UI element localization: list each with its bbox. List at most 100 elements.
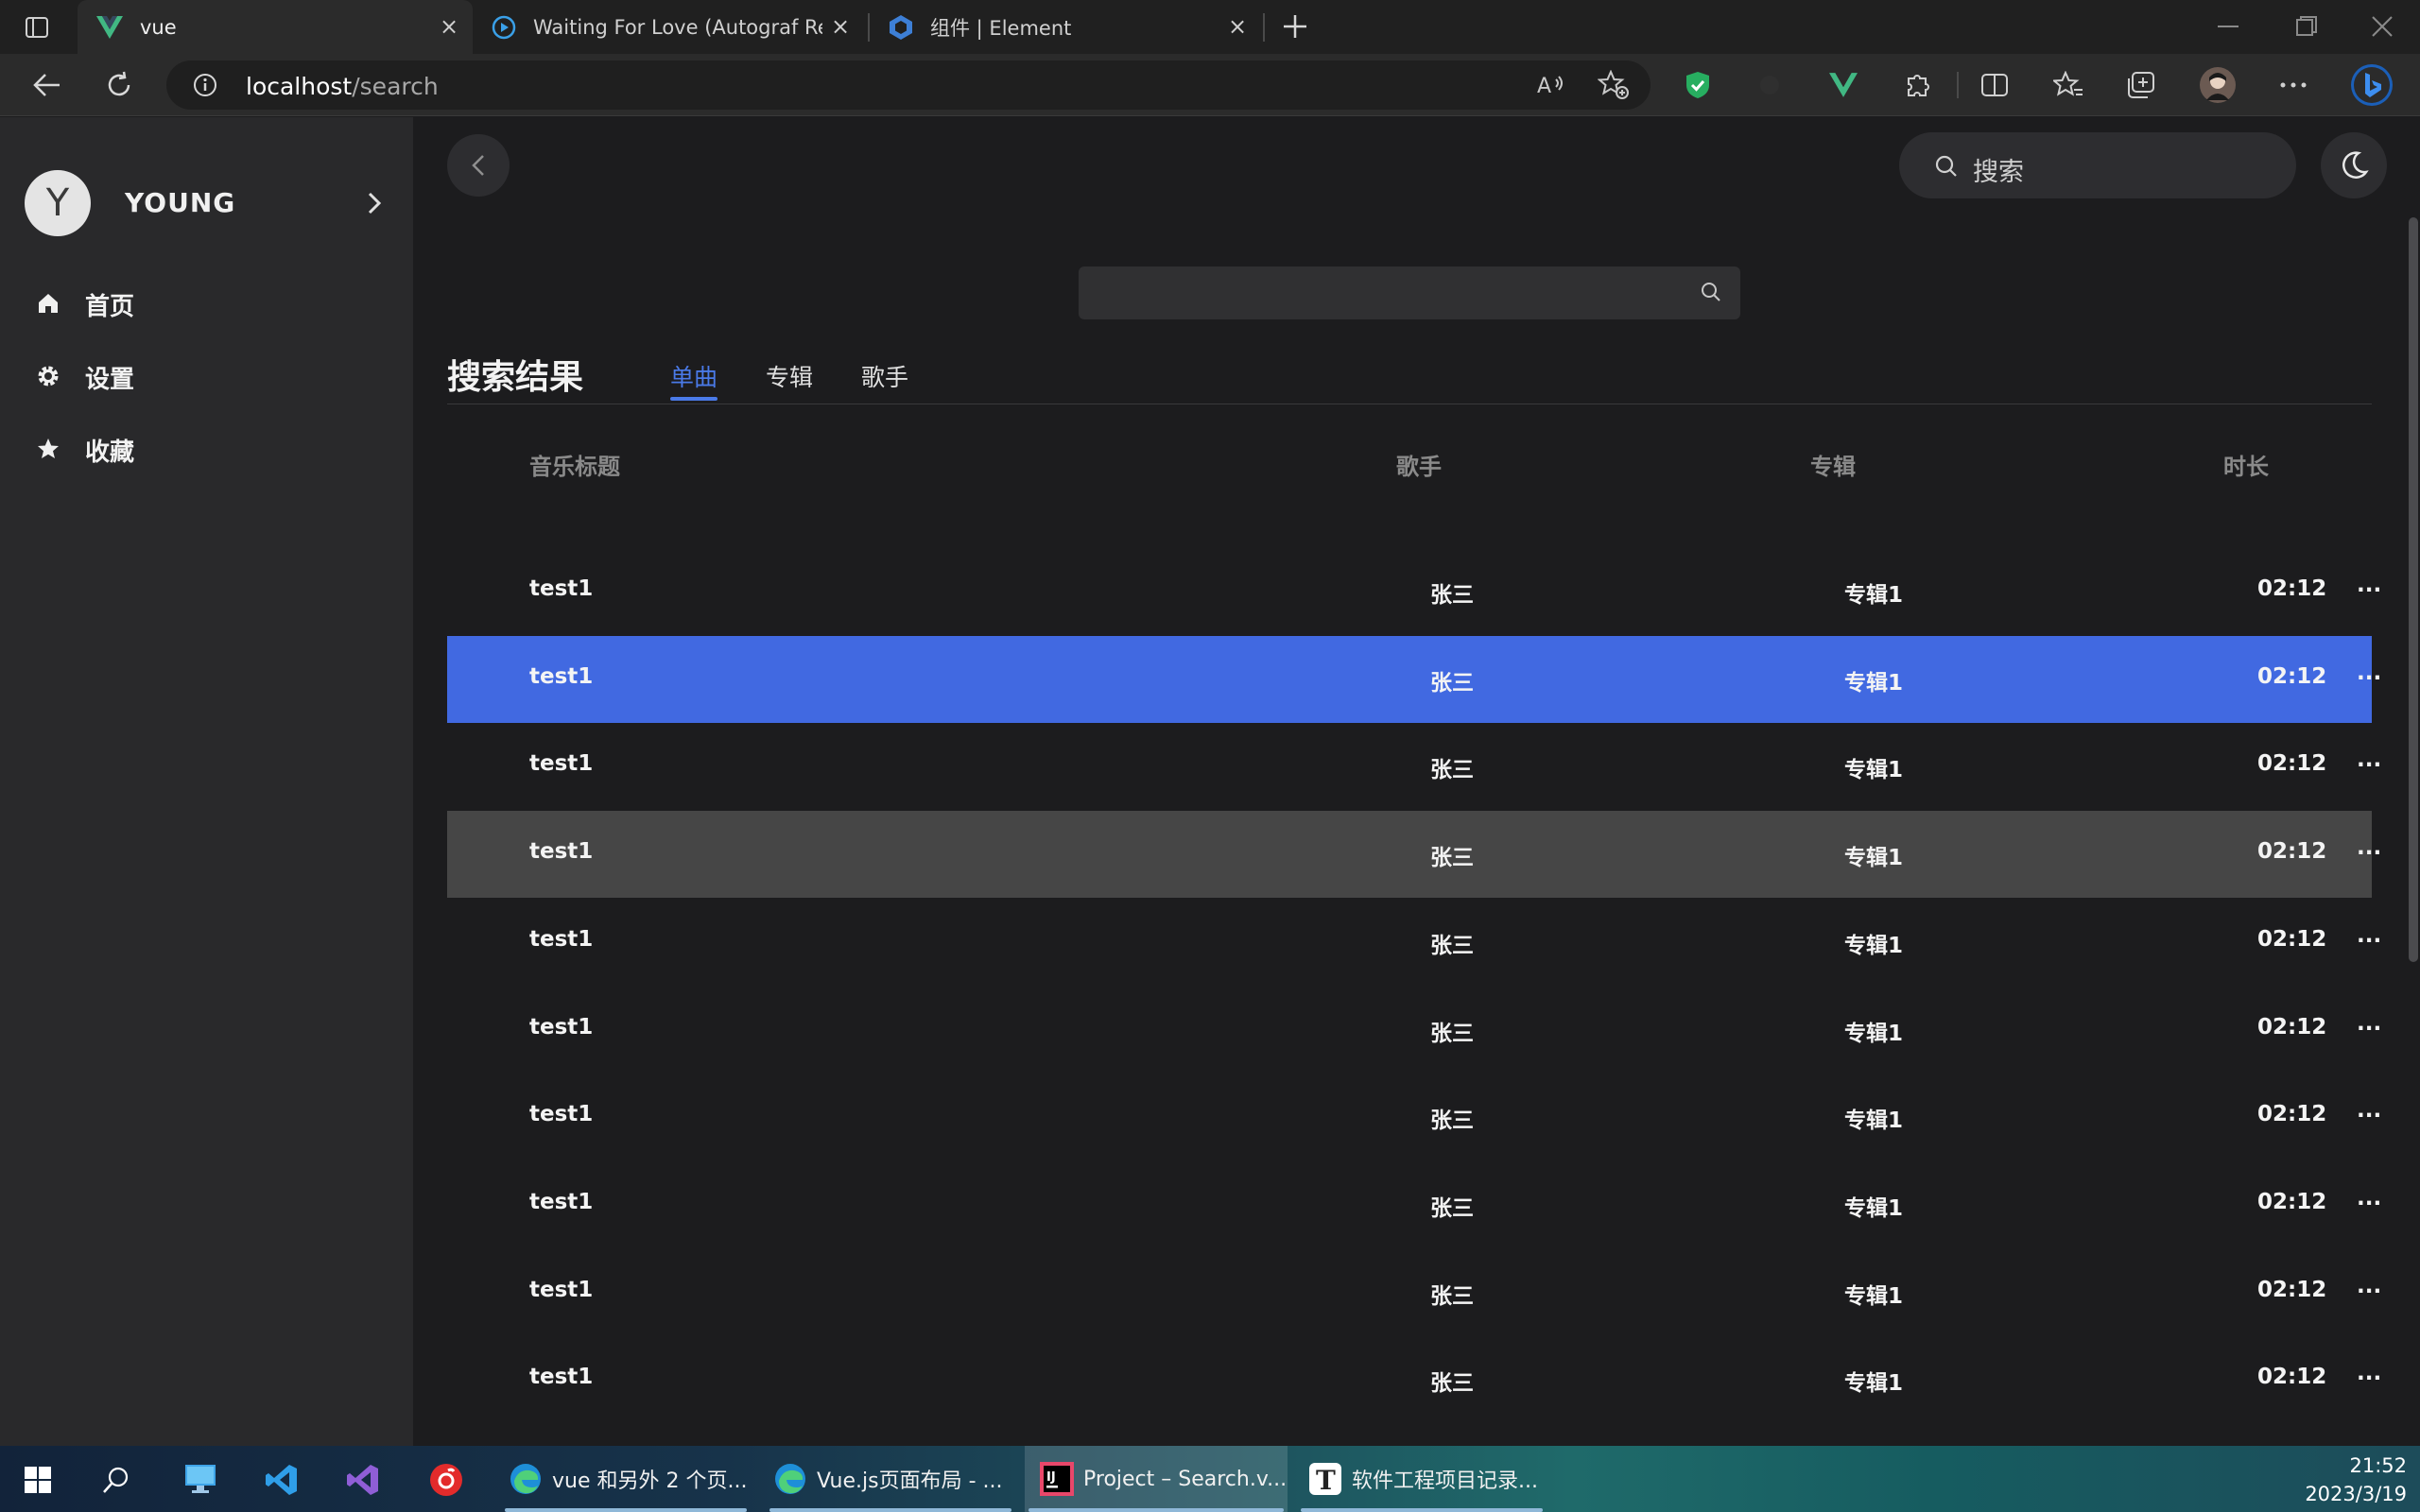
table-row[interactable]: test1 张三 专辑1 02:12... (447, 899, 2381, 986)
chevron-left-icon (472, 154, 485, 177)
vue-logo-icon (96, 15, 123, 39)
close-tab-icon[interactable]: × (830, 15, 851, 38)
close-window-icon[interactable] (2371, 15, 2394, 38)
visual-studio-icon[interactable] (346, 1463, 380, 1497)
song-title: test1 (529, 751, 594, 776)
username[interactable]: YOUNG (125, 187, 235, 218)
sidebar-item-label: 首页 (85, 293, 135, 321)
read-aloud-icon[interactable]: A (1537, 72, 1565, 98)
theme-toggle-button[interactable] (2321, 132, 2387, 198)
song-artist: 张三 (1430, 583, 1474, 608)
song-duration: 02:12 (2257, 664, 2327, 689)
back-button[interactable] (447, 134, 510, 197)
netease-music-icon[interactable] (429, 1463, 463, 1497)
refresh-icon[interactable] (100, 66, 138, 104)
song-artist: 张三 (1430, 1022, 1474, 1046)
info-icon[interactable] (193, 73, 217, 97)
tab-songs[interactable]: 单曲 (670, 359, 717, 393)
song-duration: 02:12 (2257, 1015, 2327, 1040)
url-path: /search (352, 73, 439, 100)
search-icon[interactable] (1701, 282, 1721, 302)
profile-avatar-icon[interactable] (2199, 66, 2237, 104)
windows-start-icon[interactable] (25, 1467, 51, 1493)
minimize-icon[interactable] (2218, 25, 2238, 28)
browser-tab-vue[interactable]: vue × (78, 0, 473, 54)
browser-tab-music[interactable]: Waiting For Love (Autograf Remi × (478, 0, 864, 54)
table-row[interactable]: test1 张三 专辑1 02:12... (447, 1249, 2381, 1336)
song-album: 专辑1 (1844, 846, 1904, 870)
table-row[interactable]: test1 张三 专辑1 02:12... (447, 1336, 2381, 1423)
add-favorite-icon[interactable] (1598, 70, 1630, 100)
address-bar[interactable]: localhost/search A (166, 60, 1651, 110)
taskbar-app-typora[interactable]: T 软件工程项目记录... (1297, 1446, 1547, 1512)
more-options-button[interactable]: ... (2357, 1274, 2381, 1298)
more-options-button[interactable]: ... (2357, 1361, 2381, 1385)
scrollbar-thumb[interactable] (2409, 217, 2418, 962)
new-tab-icon[interactable] (1282, 13, 1308, 40)
song-album: 专辑1 (1844, 1371, 1904, 1396)
extensions-puzzle-icon[interactable] (1898, 66, 1936, 104)
svg-text:A: A (1537, 75, 1551, 98)
song-title: test1 (529, 1278, 594, 1302)
more-options-button[interactable]: ... (2357, 661, 2381, 685)
tab-title: vue (140, 15, 177, 39)
collections-icon[interactable] (2121, 66, 2159, 104)
sidebar-item-home[interactable]: 首页 (0, 274, 413, 331)
more-options-button[interactable]: ... (2357, 1186, 2381, 1211)
song-title: test1 (529, 1015, 594, 1040)
bing-copilot-icon[interactable] (2350, 63, 2394, 107)
song-artist: 张三 (1430, 1196, 1474, 1221)
song-artist: 张三 (1430, 846, 1474, 870)
taskbar-app-edge-vue[interactable]: vue 和另外 2 个页... (501, 1446, 751, 1512)
song-album: 专辑1 (1844, 934, 1904, 958)
more-options-button[interactable]: ... (2357, 1098, 2381, 1123)
shield-extension-icon[interactable] (1679, 66, 1717, 104)
more-options-button[interactable]: ... (2357, 573, 2381, 597)
tab-albums[interactable]: 专辑 (766, 359, 813, 393)
split-screen-icon[interactable] (1976, 66, 2014, 104)
table-row[interactable]: test1 张三 专辑1 02:12... (447, 636, 2381, 723)
more-options-button[interactable]: ... (2357, 1011, 2381, 1036)
svg-text:IJ: IJ (1046, 1470, 1056, 1485)
table-row[interactable]: test1 张三 专辑1 02:12... (447, 548, 2381, 635)
table-row[interactable]: test1 张三 专辑1 02:12... (447, 1161, 2381, 1248)
restore-icon[interactable] (2295, 15, 2318, 38)
favorites-icon[interactable] (2049, 66, 2087, 104)
user-avatar[interactable]: Y (25, 170, 91, 236)
tab-actions-icon[interactable] (25, 15, 49, 40)
column-header-title: 音乐标题 (529, 454, 620, 480)
back-arrow-icon[interactable] (28, 66, 66, 104)
vscode-icon[interactable] (265, 1463, 299, 1497)
song-artist: 张三 (1430, 1108, 1474, 1133)
sidebar-item-settings[interactable]: 设置 (0, 347, 413, 404)
column-header-duration: 时长 (2223, 454, 2269, 480)
table-row[interactable]: test1 张三 专辑1 02:12... (447, 811, 2381, 898)
url-host: localhost (246, 73, 353, 100)
chevron-right-icon[interactable] (367, 191, 382, 215)
browser-tab-element[interactable]: 组件 | Element × (872, 0, 1261, 54)
header-search-box[interactable]: 搜索 (1899, 132, 2296, 198)
taskbar-app-label: Vue.js页面布局 - ... (817, 1469, 1003, 1493)
sidebar-item-favorites[interactable]: 收藏 (0, 420, 413, 476)
more-options-button[interactable]: ... (2357, 923, 2381, 948)
system-clock[interactable]: 21:52 2023/3/19 (2305, 1452, 2407, 1508)
more-options-button[interactable]: ... (2357, 835, 2381, 860)
song-album: 专辑1 (1844, 1022, 1904, 1046)
taskbar-app-intellij[interactable]: IJ Project – Search.v... (1025, 1446, 1288, 1512)
table-row[interactable]: test1 张三 专辑1 02:12... (447, 723, 2381, 810)
taskbar-search-icon[interactable] (102, 1466, 130, 1494)
more-options-button[interactable]: ... (2357, 747, 2381, 772)
vue-devtools-icon[interactable] (1824, 66, 1862, 104)
song-duration: 02:12 (2257, 1102, 2327, 1126)
taskbar-app-edge-layout[interactable]: Vue.js页面布局 - ... (766, 1446, 1015, 1512)
more-menu-icon[interactable] (2274, 66, 2312, 104)
table-row[interactable]: test1 张三 专辑1 02:12... (447, 1074, 2381, 1160)
tab-artists[interactable]: 歌手 (861, 359, 908, 393)
running-indicator (1301, 1508, 1543, 1512)
close-tab-icon[interactable]: × (1227, 15, 1248, 38)
desktop-app-icon[interactable] (183, 1463, 217, 1495)
close-tab-icon[interactable]: × (439, 15, 459, 38)
table-row[interactable]: test1 张三 专辑1 02:12... (447, 987, 2381, 1074)
search-input[interactable] (1079, 266, 1740, 319)
hidden-extension-icon[interactable] (1751, 66, 1789, 104)
